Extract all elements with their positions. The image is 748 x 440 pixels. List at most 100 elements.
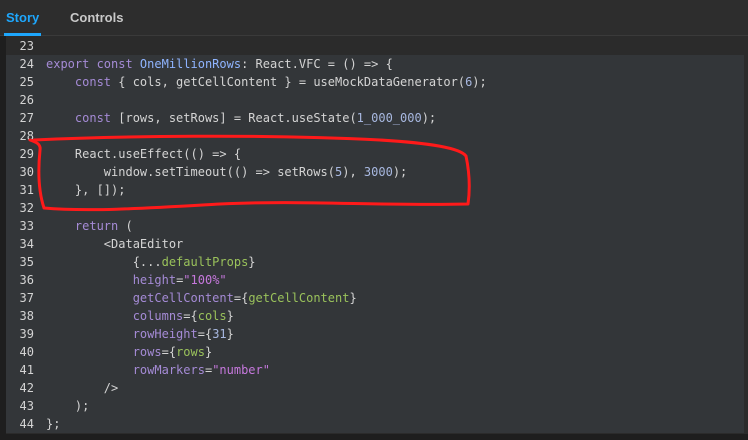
code-token: : React.VFC = () => {: [241, 57, 393, 71]
code-token: cols: [197, 309, 227, 323]
code-token: height: [132, 273, 177, 287]
code-token: );: [392, 165, 408, 179]
tab-controls[interactable]: Controls: [70, 0, 123, 36]
code-token: }: [349, 291, 357, 305]
code-token: "100%": [183, 273, 227, 287]
tab-story[interactable]: Story: [3, 0, 42, 36]
line-number: 31: [19, 183, 34, 197]
code-line: 35 {...defaultProps}: [6, 253, 748, 271]
code-token: const: [74, 75, 112, 89]
code-token: ={: [183, 309, 198, 323]
line-number: 30: [19, 165, 34, 179]
code-token: [rows, setRows] = React.useState(: [111, 111, 357, 125]
code-line: 44};: [6, 415, 748, 433]
code-token: const: [74, 111, 112, 125]
code-line: 41 rowMarkers="number": [6, 361, 748, 379]
code-text: <DataEditor: [46, 235, 183, 253]
code-token: }: [248, 255, 256, 269]
code-text: export const OneMillionRows: React.VFC =…: [46, 55, 393, 73]
line-number: 28: [19, 129, 34, 143]
code-token: rows: [176, 345, 205, 359]
code-line: 25 const { cols, getCellContent } = useM…: [6, 73, 748, 91]
line-number: 37: [19, 291, 34, 305]
code-token: ={: [161, 345, 177, 359]
code-line: 42 />: [6, 379, 748, 397]
code-panel: 23 24 export const OneMillionRows: React.V…: [6, 36, 748, 434]
code-line: 31 }, []);: [6, 181, 748, 199]
code-line: 38 columns={cols}: [6, 307, 748, 325]
code-line: 33 return (: [6, 217, 748, 235]
code-text: const { cols, getCellContent } = useMock…: [46, 73, 487, 91]
code-text: rowHeight={31}: [46, 325, 234, 343]
code-text: React.useEffect(() => {: [46, 145, 241, 163]
code-token: }: [226, 309, 234, 323]
code-line: 43 );: [6, 397, 748, 415]
code-line: 39 rowHeight={31}: [6, 325, 748, 343]
line-number: 39: [19, 327, 34, 341]
code-token: );: [472, 75, 487, 89]
code-line: 37 getCellContent={getCellContent}: [6, 289, 748, 307]
line-number: 42: [19, 381, 34, 395]
code-token: (: [118, 219, 133, 233]
code-token: <DataEditor: [46, 237, 184, 251]
code-text: getCellContent={getCellContent}: [46, 289, 357, 307]
code-token: window.setTimeout(() => setRows(: [46, 165, 335, 179]
code-line: 36 height="100%": [6, 271, 748, 289]
code-line: 34 <DataEditor: [6, 235, 748, 253]
code-text: return (: [46, 217, 133, 235]
line-number: 38: [19, 309, 34, 323]
code-text: {...defaultProps}: [46, 253, 256, 271]
code-token: rowHeight: [132, 327, 198, 341]
line-number: 36: [19, 273, 34, 287]
code-token: }: [226, 327, 234, 341]
code-line: 26: [6, 91, 748, 109]
line-number: 41: [19, 363, 34, 377]
code-text: columns={cols}: [46, 307, 234, 325]
line-number: 26: [19, 93, 34, 107]
code-line: 24 export const OneMillionRows: React.VFC…: [6, 55, 748, 73]
code-token: columns: [132, 309, 184, 323]
line-number: 43: [19, 399, 34, 413]
line-number: 33: [19, 219, 34, 233]
code-token: ={: [197, 327, 213, 341]
code-token: useMockDataGenerator: [313, 75, 458, 89]
line-number: 27: [19, 111, 34, 125]
code-token: rows: [132, 345, 162, 359]
code-token: OneMillionRows: [139, 57, 242, 71]
line-number: 35: [19, 255, 34, 269]
code-token: );: [421, 111, 437, 125]
code-token: );: [46, 399, 90, 413]
code-line: 27 const [rows, setRows] = React.useStat…: [6, 109, 748, 127]
scrollbar[interactable]: [744, 36, 748, 434]
code-text: }, []);: [46, 181, 126, 199]
code-token: }: [204, 345, 213, 359]
code-token: ),: [342, 165, 364, 179]
code-text: const [rows, setRows] = React.useState(1…: [46, 109, 436, 127]
code-token: export const: [46, 57, 140, 71]
code-token: { cols, getCellContent } =: [111, 75, 314, 89]
code-text: />: [46, 379, 118, 397]
code-line: 30 window.setTimeout(() => setRows(5), 3…: [6, 163, 748, 181]
line-number: 29: [19, 147, 34, 161]
code-token: };: [46, 417, 61, 431]
line-number: 23: [19, 39, 34, 53]
line-number: 40: [19, 345, 34, 359]
code-token: "number": [212, 363, 270, 377]
line-number: 34: [19, 237, 34, 251]
code-token: 3000: [363, 165, 393, 179]
code-text: );: [46, 397, 89, 415]
code-text: rows={rows}: [46, 343, 213, 361]
code-token: getCellContent: [132, 291, 234, 305]
code-line: 28: [6, 127, 748, 145]
code-text: };: [46, 415, 60, 433]
code-line: 32: [6, 199, 748, 217]
code-token: getCellContent: [248, 291, 350, 305]
code-token: defaultProps: [161, 255, 249, 269]
